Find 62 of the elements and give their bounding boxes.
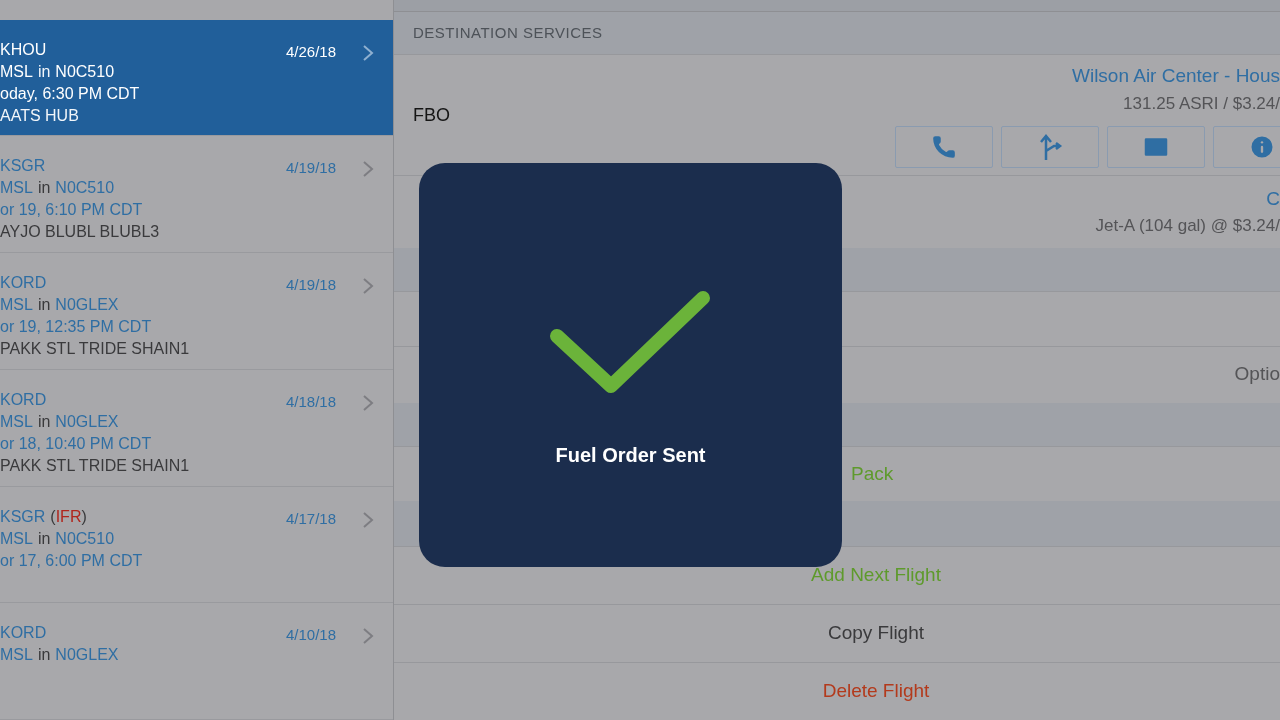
flight-text: AATS HUB (0, 105, 79, 126)
chevron-icon (362, 160, 374, 179)
options-text: Optio (1234, 362, 1280, 387)
phone-button[interactable] (895, 126, 993, 169)
fuel-detail: Jet-A (104 gal) @ $3.24/ (1095, 215, 1280, 238)
flight-text: N0GLEX (55, 411, 119, 432)
flight-text: KSGR (0, 156, 46, 177)
chevron-icon (362, 43, 374, 62)
flight-text: N0C510 (55, 61, 115, 82)
flight-text: N0C510 (55, 178, 115, 199)
flight-text: in (37, 178, 51, 199)
flight-text: KORD (0, 273, 47, 294)
flight-text: N0GLEX (55, 295, 119, 316)
directions-icon (1037, 133, 1063, 162)
flight-text: N0GLEX (55, 645, 119, 666)
flight-text: in (37, 295, 51, 316)
directions-button[interactable] (1001, 126, 1099, 169)
flight-text: in (37, 528, 51, 549)
flight-text: IFR (55, 506, 82, 527)
flight-text: PAKK STL TRIDE SHAIN1 (0, 455, 190, 476)
flight-text: AYJO BLUBL BLUBL3 (0, 222, 160, 243)
fbo-detail: 131.25 ASRI / $3.24/ (1123, 92, 1280, 115)
flight-text: or 19, 6:10 PM CDT (0, 200, 143, 221)
flight-row[interactable]: KHOU MSL in N0C510 oday, 6:30 PM CDT AATS HUB 4/26/18 (0, 19, 393, 137)
toast-message: Fuel Order Sent (555, 443, 706, 468)
chevron-icon (362, 627, 374, 646)
flight-text: MSL (0, 411, 33, 432)
flight-text: in (37, 645, 51, 666)
mail-button[interactable] (1107, 126, 1205, 169)
chevron-icon (362, 393, 374, 412)
flight-action-button[interactable]: Delete Flight (394, 662, 1280, 720)
flight-text: in (37, 61, 51, 82)
flight-text: MSL (0, 295, 33, 316)
flight-action-button[interactable]: Copy Flight (394, 604, 1280, 663)
flight-text: in (37, 411, 51, 432)
flight-text: ) (81, 506, 87, 527)
flight-text: KSGR (0, 506, 46, 527)
chevron-icon (362, 277, 374, 296)
phone-icon (931, 134, 957, 161)
flight-text: MSL (0, 645, 33, 666)
flight-text: or 19, 12:35 PM CDT (0, 317, 152, 338)
chevron-icon (362, 510, 374, 529)
flight-text: MSL (0, 178, 33, 199)
flight-text: KHOU (0, 39, 47, 60)
flight-date: 4/10/18 (286, 625, 337, 646)
flight-text: KORD (0, 623, 47, 644)
flight-text: PAKK STL TRIDE SHAIN1 (0, 339, 190, 360)
flight-text: or 17, 6:00 PM CDT (0, 550, 143, 571)
flight-text: or 18, 10:40 PM CDT (0, 433, 152, 454)
flight-date: 4/17/18 (286, 508, 337, 529)
flight-text: KORD (0, 389, 47, 410)
flight-text: ( (50, 506, 56, 527)
flight-date: 4/26/18 (286, 41, 337, 62)
flight-text: MSL (0, 528, 33, 549)
flight-date: 4/18/18 (286, 391, 337, 412)
flight-date: 4/19/18 (286, 275, 337, 296)
fbo-label: FBO (413, 103, 450, 127)
flight-text: oday, 6:30 PM CDT (0, 83, 140, 104)
flight-text: MSL (0, 61, 33, 82)
section-header: DESTINATION SERVICES (394, 11, 1280, 55)
flight-text: N0C510 (55, 528, 115, 549)
flight-date: 4/19/18 (286, 158, 337, 179)
